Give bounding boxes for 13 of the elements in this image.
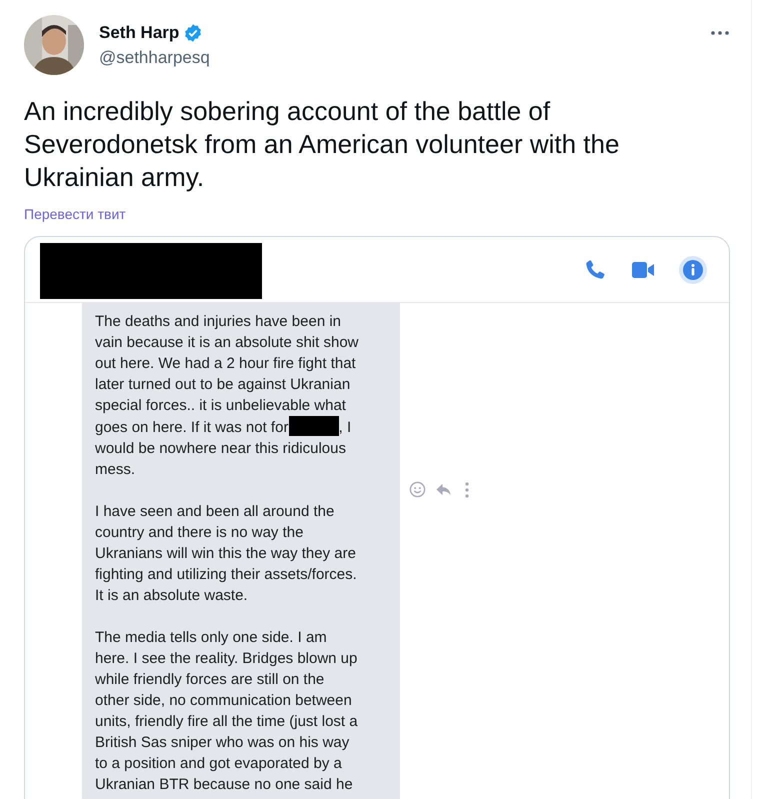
tweet-text: An incredibly sobering account of the battle of Severodonetsk from an American volunteer with the Ukrainian army. (24, 95, 620, 194)
message-text: The deaths and injuries have been in vain because it is an absolute shit show out here. We had a 2 hour fire fight that later turned out to be against Ukranian special forces.. it is unbelievable what goes on here. If it was not for , I would be nowhere near this ridiculous mess. (95, 312, 360, 480)
info-icon[interactable] (679, 256, 707, 284)
message-text: The media tells only one side. I am here. I see the reality. Bridges blown up while friendly forces are still on the other side, no communication between units, friendly fire all the time (just lost a British Sas sniper who was on his way to a position and got evaporated by a Ukranian BTR because no one said he (95, 628, 359, 795)
more-icon[interactable] (711, 31, 729, 35)
redaction-block (288, 416, 339, 436)
smiley-icon[interactable] (409, 481, 426, 498)
more-options-icon[interactable] (465, 482, 469, 498)
message-text: I have seen and been all around the country and there is no way the Ukranians will win this the way they are fighting and utilizing their assets/forces. It is an absolute waste. (95, 502, 358, 606)
author-name[interactable]: Seth Harp (99, 23, 180, 43)
author-handle[interactable]: @sethharpesq (99, 48, 210, 68)
reply-icon[interactable] (435, 481, 452, 498)
translate-link[interactable]: Перевести твит (24, 206, 126, 222)
